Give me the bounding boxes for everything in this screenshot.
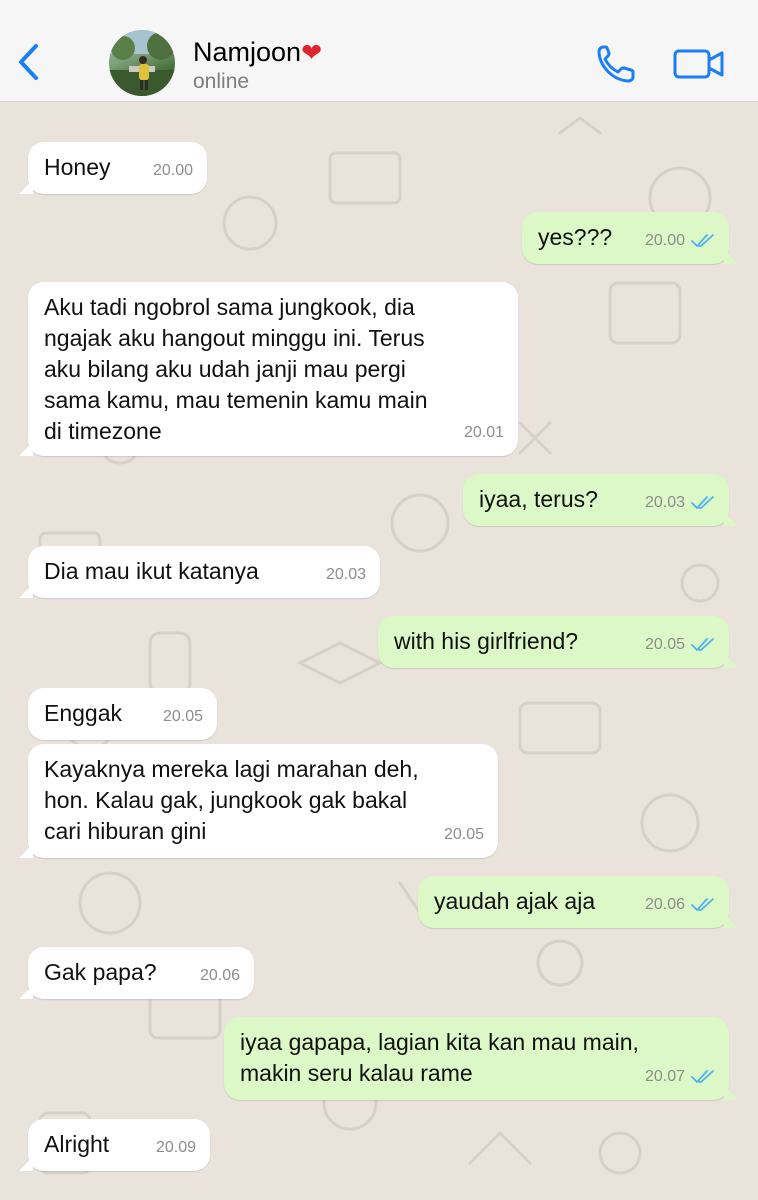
outgoing-message[interactable]: yes??? 20.00 (522, 212, 738, 264)
outgoing-message[interactable]: iyaa, terus? 20.03 (463, 474, 738, 526)
message-time: 20.03 (325, 566, 366, 583)
message-time: 20.05 (644, 636, 685, 653)
message-meta: 20.01 (464, 417, 504, 448)
contact-name-text: Namjoon (193, 37, 302, 67)
message-text: Aku tadi ngobrol sama jungkook, dia ngaj… (44, 294, 428, 444)
outgoing-message[interactable]: with his girlfriend? 20.05 (378, 616, 738, 668)
incoming-message[interactable]: Aku tadi ngobrol sama jungkook, dia ngaj… (19, 282, 518, 456)
message-meta: 20.00 (645, 225, 715, 256)
message-time: 20.03 (644, 494, 685, 511)
phone-call-icon[interactable] (594, 42, 638, 86)
incoming-message[interactable]: Dia mau ikut katanya 20.03 (19, 546, 380, 598)
read-check-icon (691, 1069, 714, 1083)
contact-name[interactable]: Namjoon❤ (193, 37, 322, 68)
incoming-message[interactable]: Alright 20.09 (19, 1119, 210, 1171)
message-meta: 20.05 (444, 819, 484, 850)
incoming-message[interactable]: Gak papa? 20.06 (19, 947, 254, 999)
message-time: 20.07 (644, 1068, 685, 1085)
message-list[interactable]: Honey 20.00 yes??? 20.00 Aku tadi ngobro… (0, 103, 758, 1200)
message-text: iyaa gapapa, lagian kita kan mau main, m… (240, 1029, 639, 1086)
chat-header: Namjoon❤ online (0, 0, 758, 102)
incoming-message[interactable]: Enggak 20.05 (28, 688, 217, 740)
outgoing-message[interactable]: iyaa gapapa, lagian kita kan mau main, m… (224, 1017, 738, 1100)
message-time: 20.06 (199, 967, 240, 984)
message-time: 20.00 (152, 162, 193, 179)
message-meta: 20.03 (645, 487, 715, 518)
outgoing-message[interactable]: yaudah ajak aja 20.06 (418, 876, 738, 928)
message-time: 20.05 (443, 826, 484, 843)
heart-icon: ❤ (301, 39, 323, 67)
message-text: Dia mau ikut katanya (44, 558, 259, 584)
incoming-message[interactable]: Kayaknya mereka lagi marahan deh, hon. K… (19, 744, 498, 858)
message-meta: 20.05 (163, 701, 203, 732)
message-time: 20.09 (155, 1139, 196, 1156)
message-text: Kayaknya mereka lagi marahan deh, hon. K… (44, 756, 419, 844)
back-chevron-icon[interactable] (14, 42, 46, 82)
read-check-icon (691, 637, 714, 651)
incoming-message[interactable]: Honey 20.00 (19, 142, 207, 194)
message-time: 20.01 (463, 424, 504, 441)
message-time: 20.05 (162, 708, 203, 725)
contact-avatar[interactable] (109, 30, 175, 96)
contact-status: online (193, 70, 250, 93)
read-check-icon (691, 897, 714, 911)
message-meta: 20.03 (326, 559, 366, 590)
message-meta: 20.05 (645, 629, 715, 660)
video-call-icon[interactable] (672, 44, 726, 84)
read-check-icon (691, 233, 714, 247)
message-time: 20.00 (644, 232, 685, 249)
message-meta: 20.09 (156, 1132, 196, 1163)
message-meta: 20.00 (153, 155, 193, 186)
message-meta: 20.07 (645, 1061, 715, 1092)
message-meta: 20.06 (645, 889, 715, 920)
read-check-icon (691, 495, 714, 509)
message-time: 20.06 (644, 896, 685, 913)
message-meta: 20.06 (200, 960, 240, 991)
